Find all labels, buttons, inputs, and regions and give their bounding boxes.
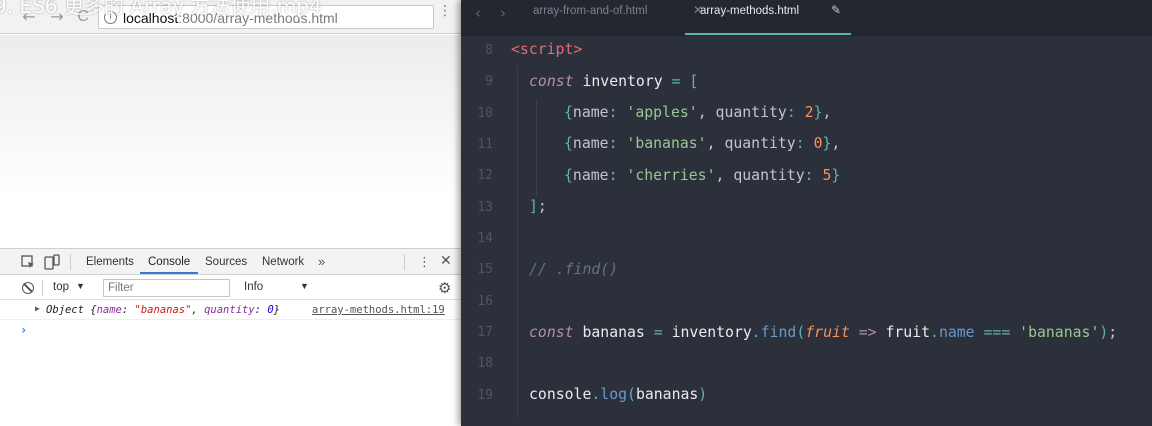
line-number: 15 — [477, 262, 493, 277]
identifier: inventory — [582, 73, 663, 90]
line-number: 11 — [477, 137, 493, 152]
log-level-select[interactable]: Info — [244, 281, 263, 293]
browser-window: ← → C i localhost:8000/array-methods.htm… — [0, 0, 461, 426]
code-line-19[interactable]: console.log(bananas) — [529, 386, 707, 403]
devtools-menu-icon[interactable]: ⋮ — [418, 255, 431, 270]
string-literal: 'bananas' — [626, 135, 707, 152]
object-suffix: } — [273, 304, 280, 316]
editor-tabbar: ‹ › array-from-and-of.html ✕ array-metho… — [461, 0, 1152, 36]
video-title-overlay: 9. ES6 更多的 Array 方法使用.mp4 — [0, 0, 322, 18]
devtools-tabbar: Elements Console Sources Network » ⋮ ✕ — [0, 249, 461, 275]
number-literal: 2 — [804, 104, 814, 121]
parameter: fruit — [805, 324, 850, 341]
devtools-separator — [404, 254, 405, 270]
page-viewport — [0, 35, 461, 248]
method-name: find — [760, 324, 797, 341]
tab-console[interactable]: Console — [139, 256, 199, 274]
code-line-12[interactable]: {name: 'cherries', quantity: 5} — [564, 167, 840, 184]
active-tab-indicator — [685, 33, 851, 35]
keyword: const — [529, 324, 574, 341]
property: name — [572, 135, 609, 152]
tab-elements[interactable]: Elements — [86, 256, 134, 268]
property: name — [938, 324, 975, 341]
code-line-10[interactable]: {name: 'apples', quantity: 2}, — [564, 104, 831, 121]
devtools-separator — [70, 254, 71, 270]
line-number: 18 — [477, 356, 493, 371]
console-filter-input[interactable] — [103, 279, 230, 297]
code-line-11[interactable]: {name: 'bananas', quantity: 0}, — [564, 135, 840, 152]
console-object-preview[interactable]: Object {name: "bananas", quantity: 0} — [46, 304, 280, 316]
property: quantity — [724, 135, 796, 152]
inspect-element-icon[interactable] — [20, 254, 36, 270]
object-key: name — [96, 304, 122, 316]
console-source-link[interactable]: array-methods.html:19 — [312, 304, 445, 316]
object-prefix: Object { — [46, 304, 97, 316]
property: quantity — [733, 167, 805, 184]
console-prompt[interactable]: › — [20, 323, 27, 337]
code-comment: // .find() — [529, 261, 619, 278]
indent-guide — [536, 100, 537, 196]
log-level-dropdown-icon[interactable]: ▼ — [300, 281, 309, 291]
line-number: 10 — [477, 106, 493, 121]
line-number: 12 — [477, 168, 493, 183]
property: name — [572, 104, 609, 121]
console-toolbar: top ▼ Info ▼ ⚙ — [0, 276, 461, 300]
console-message: ▶ Object {name: "bananas", quantity: 0} … — [0, 301, 461, 320]
code-line-9[interactable]: const inventory = [ — [529, 73, 698, 90]
line-number: 16 — [477, 294, 493, 309]
indent-guide — [517, 66, 518, 418]
keyword: const — [529, 73, 574, 90]
devtools-panel: Elements Console Sources Network » ⋮ ✕ t… — [0, 248, 461, 426]
unsaved-edit-icon[interactable]: ✎ — [831, 3, 841, 17]
more-tabs-icon[interactable]: » — [318, 254, 325, 269]
expand-triangle-icon[interactable]: ▶ — [35, 304, 40, 313]
object-key: quantity — [204, 304, 255, 316]
clear-console-icon[interactable] — [22, 282, 34, 294]
string-literal: 'cherries' — [626, 167, 716, 184]
close-devtools-icon[interactable]: ✕ — [440, 253, 452, 269]
code-line-8[interactable]: <script> — [511, 41, 582, 58]
code-line-17[interactable]: const bananas = inventory.find(fruit => … — [529, 324, 1117, 341]
method-name: log — [600, 386, 628, 403]
context-select[interactable]: top — [53, 281, 69, 293]
code-editor: ‹ › array-from-and-of.html ✕ array-metho… — [461, 0, 1152, 426]
tab-array-methods[interactable]: array-methods.html — [700, 5, 799, 17]
device-toolbar-icon[interactable] — [44, 254, 60, 270]
code-line-15[interactable]: // .find() — [529, 261, 618, 278]
code-line-13[interactable]: ]; — [529, 198, 547, 215]
tab-sources[interactable]: Sources — [205, 256, 247, 268]
string-literal: 'apples' — [626, 104, 698, 121]
script-tag: <script> — [511, 41, 583, 58]
tab-array-from-and-of[interactable]: array-from-and-of.html — [533, 5, 647, 17]
browser-menu-icon[interactable]: ⋮ — [438, 4, 452, 25]
context-dropdown-icon[interactable]: ▼ — [76, 281, 85, 291]
editor-forward-icon[interactable]: › — [500, 4, 506, 22]
line-number: 13 — [477, 200, 493, 215]
identifier: inventory — [671, 324, 752, 341]
gear-icon[interactable]: ⚙ — [438, 280, 451, 296]
identifier: bananas — [582, 324, 645, 341]
identifier: console — [529, 386, 592, 403]
line-number: 9 — [485, 74, 493, 89]
console-toolbar-separator — [42, 280, 43, 296]
property: name — [572, 167, 609, 184]
line-number: 14 — [477, 231, 493, 246]
editor-back-icon[interactable]: ‹ — [475, 4, 481, 22]
line-number: 17 — [477, 325, 493, 340]
identifier: bananas — [635, 386, 699, 403]
line-number: 19 — [477, 388, 493, 403]
property: quantity — [715, 104, 787, 121]
line-number: 8 — [485, 43, 493, 58]
object-string-value: "bananas" — [134, 304, 192, 316]
tab-network[interactable]: Network — [262, 256, 304, 268]
string-literal: 'bananas' — [1019, 324, 1100, 341]
